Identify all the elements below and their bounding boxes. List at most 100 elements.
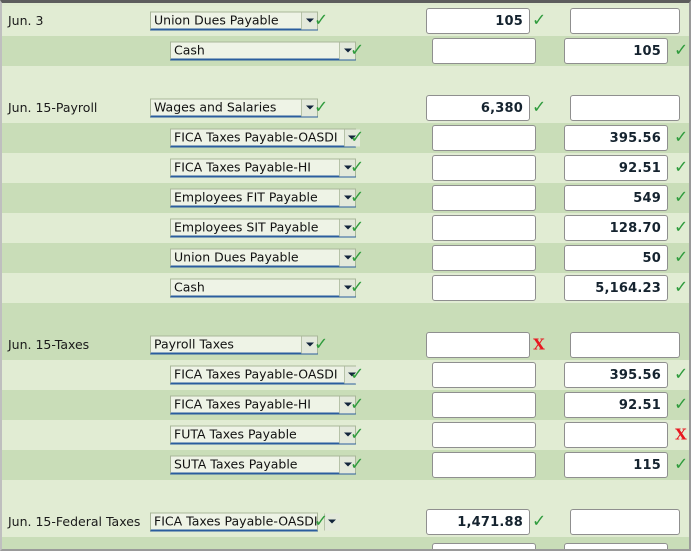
journal-entry-row[interactable]: FUTA Taxes Payable ✓ X <box>2 420 689 450</box>
account-select[interactable]: Wages and Salaries <box>150 98 318 118</box>
debit-amount-input[interactable] <box>432 38 536 64</box>
account-check-icon: ✓ <box>350 187 365 208</box>
journal-entry-row[interactable]: Jun. 15-Federal Taxes FICA Taxes Payable-… <box>2 507 689 537</box>
account-select[interactable]: Union Dues Payable <box>150 11 318 31</box>
journal-entry-row[interactable]: SUTA Taxes Payable ✓ 115 ✓ <box>2 450 689 480</box>
account-select[interactable]: SUTA Taxes Payable <box>170 455 356 475</box>
account-select-value: Cash <box>174 279 205 295</box>
journal-entry-row[interactable]: Jun. 3 Union Dues Payable ✓ 105 ✓ <box>2 6 689 36</box>
debit-amount-input[interactable] <box>432 362 536 388</box>
entry-date-label: Jun. 15-Federal Taxes <box>8 513 141 529</box>
account-select[interactable]: Cash <box>170 41 356 61</box>
account-select[interactable]: FICA Taxes Payable-OASDI <box>170 128 360 148</box>
account-select-value: FICA Taxes Payable-HI <box>174 396 311 412</box>
debit-amount-input[interactable] <box>432 125 536 151</box>
journal-entry-row[interactable]: Cash ✓ 5,164.23 ✓ <box>2 273 689 303</box>
journal-entry-row[interactable]: FICA Taxes Payable-OASDI ✓ 395.56 ✓ <box>2 123 689 153</box>
journal-entry-row[interactable]: Employees FIT Payable ✓ 549 ✓ <box>2 183 689 213</box>
journal-entry-row[interactable]: Union Dues Payable ✓ 50 ✓ <box>2 243 689 273</box>
debit-amount-input[interactable]: 6,380 <box>426 95 530 121</box>
account-check-icon: ✓ <box>350 40 365 61</box>
credit-check-icon: ✓ <box>674 217 689 238</box>
journal-spacer-row <box>2 66 689 93</box>
debit-amount-input[interactable] <box>432 275 536 301</box>
debit-amount-input[interactable] <box>432 215 536 241</box>
credit-cross-icon: X <box>675 425 687 444</box>
journal-entry-row[interactable]: FICA Taxes Payable-HI ✓ 92.51 ✓ <box>2 390 689 420</box>
debit-check-icon: ✓ <box>532 10 547 31</box>
account-select-value: Cash <box>174 42 205 58</box>
debit-check-icon: ✓ <box>532 97 547 118</box>
account-select[interactable]: FICA Taxes Payable-OASDI <box>170 365 360 385</box>
account-select-value: Union Dues Payable <box>174 249 299 265</box>
credit-amount-input[interactable]: 395.56 <box>564 362 668 388</box>
credit-check-icon: ✓ <box>674 187 689 208</box>
credit-check-icon: ✓ <box>674 394 689 415</box>
account-select[interactable]: Employees FIT Payable <box>170 188 356 208</box>
credit-check-icon: ✓ <box>674 454 689 475</box>
credit-amount-input[interactable]: 92.51 <box>564 155 668 181</box>
debit-amount-input[interactable] <box>432 422 536 448</box>
journal-entry-row[interactable]: Cash ✓ 105 ✓ <box>2 36 689 66</box>
credit-amount-input[interactable] <box>570 95 680 121</box>
debit-amount-input[interactable] <box>432 185 536 211</box>
account-check-icon: ✓ <box>314 511 329 532</box>
journal-spacer-row <box>2 480 689 507</box>
journal-entry-row[interactable]: Jun. 15-Taxes Payroll Taxes ✓ X <box>2 330 689 360</box>
account-select-value: SUTA Taxes Payable <box>174 456 298 472</box>
credit-amount-input[interactable]: 92.51 <box>564 392 668 418</box>
debit-amount-input[interactable] <box>432 245 536 271</box>
account-select[interactable]: Employees SIT Payable <box>170 218 356 238</box>
account-select-value: FICA Taxes Payable-OASDI <box>174 366 338 382</box>
credit-amount-input[interactable]: 5,164.23 <box>564 275 668 301</box>
debit-amount-input[interactable]: 1,471.88 <box>426 509 530 535</box>
credit-check-icon: ✓ <box>674 127 689 148</box>
credit-amount-input[interactable] <box>570 332 680 358</box>
account-select[interactable]: Payroll Taxes <box>150 335 318 355</box>
journal-entry-row[interactable]: FICA Taxes Payable-HI ✓ 92.51 ✓ <box>2 153 689 183</box>
credit-amount-input[interactable] <box>564 543 668 549</box>
credit-amount-input[interactable] <box>570 8 680 34</box>
credit-check-icon: ✓ <box>674 277 689 298</box>
entry-date-label: Jun. 3 <box>8 12 44 28</box>
credit-check-icon: ✓ <box>674 40 689 61</box>
debit-amount-input[interactable]: 105 <box>426 8 530 34</box>
credit-amount-input[interactable]: 549 <box>564 185 668 211</box>
debit-amount-input[interactable] <box>432 155 536 181</box>
account-check-icon: ✓ <box>350 217 365 238</box>
debit-amount-input[interactable] <box>432 452 536 478</box>
journal-entry-row[interactable] <box>2 537 689 549</box>
debit-amount-input[interactable] <box>432 543 536 549</box>
account-select[interactable]: Cash <box>170 278 356 298</box>
debit-check-icon: ✓ <box>532 511 547 532</box>
account-select-value: Payroll Taxes <box>154 336 234 352</box>
account-select[interactable]: Union Dues Payable <box>170 248 356 268</box>
account-check-icon: ✓ <box>314 334 329 355</box>
account-select[interactable]: FICA Taxes Payable-HI <box>170 158 356 178</box>
credit-amount-input[interactable]: 128.70 <box>564 215 668 241</box>
credit-amount-input[interactable]: 105 <box>564 38 668 64</box>
credit-amount-input[interactable] <box>564 422 668 448</box>
account-select-value: Union Dues Payable <box>154 12 279 28</box>
credit-amount-input[interactable]: 395.56 <box>564 125 668 151</box>
account-check-icon: ✓ <box>314 10 329 31</box>
account-select[interactable]: FICA Taxes Payable-OASDI <box>150 512 340 532</box>
debit-amount-input[interactable] <box>432 392 536 418</box>
account-select[interactable]: FICA Taxes Payable-HI <box>170 395 356 415</box>
account-select-value: FICA Taxes Payable-HI <box>174 159 311 175</box>
journal-entry-row[interactable]: Jun. 15-Payroll Wages and Salaries ✓ 6,380 ✓ <box>2 93 689 123</box>
credit-check-icon: ✓ <box>674 157 689 178</box>
debit-amount-input[interactable] <box>426 332 530 358</box>
account-check-icon: ✓ <box>350 127 365 148</box>
credit-amount-input[interactable] <box>570 509 680 535</box>
journal-entry-row[interactable]: Employees SIT Payable ✓ 128.70 ✓ <box>2 213 689 243</box>
account-select-value: FICA Taxes Payable-OASDI <box>174 129 338 145</box>
account-check-icon: ✓ <box>314 97 329 118</box>
account-check-icon: ✓ <box>350 247 365 268</box>
journal-entry-row[interactable]: FICA Taxes Payable-OASDI ✓ 395.56 ✓ <box>2 360 689 390</box>
account-check-icon: ✓ <box>350 157 365 178</box>
credit-amount-input[interactable]: 50 <box>564 245 668 271</box>
credit-amount-input[interactable]: 115 <box>564 452 668 478</box>
debit-cross-icon: X <box>533 335 545 354</box>
account-select[interactable]: FUTA Taxes Payable <box>170 425 356 445</box>
